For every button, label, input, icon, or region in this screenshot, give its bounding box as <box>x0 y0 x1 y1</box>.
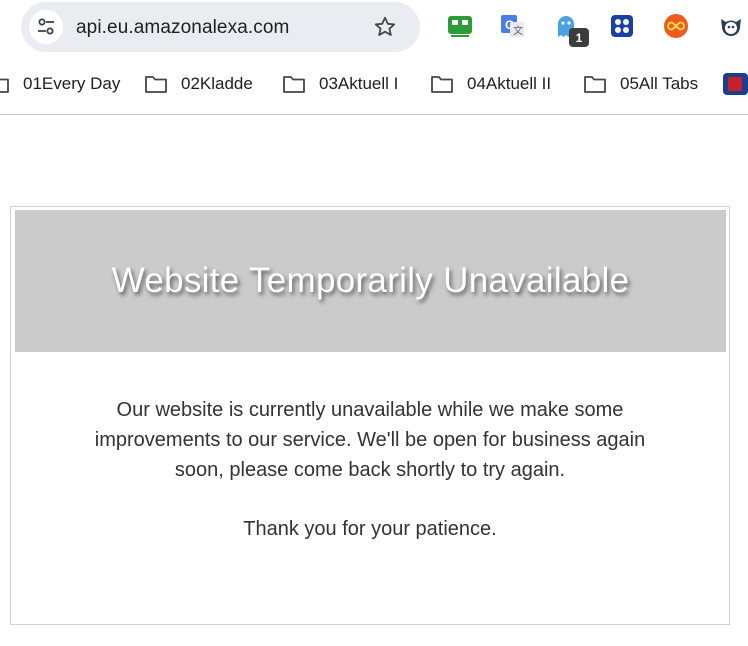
google-translate-icon[interactable]: G 文 <box>500 13 526 39</box>
bookmark-label: 04Aktuell II <box>467 74 552 93</box>
roboform-icon[interactable] <box>447 13 473 39</box>
cat-extension-icon[interactable] <box>718 13 744 39</box>
folder-icon <box>283 76 305 93</box>
maintenance-message: Our website is currently unavailable whi… <box>11 395 729 485</box>
message-line: soon, please come back shortly to try ag… <box>174 459 566 481</box>
star-icon[interactable] <box>372 14 398 40</box>
bookmark-label: 03Aktuell I <box>319 74 399 93</box>
tune-icon[interactable] <box>29 10 63 44</box>
infinity-extension-icon[interactable] <box>663 13 689 39</box>
bookmark-folder-04[interactable]: 04Aktuell II <box>430 66 551 102</box>
folder-icon <box>584 76 606 93</box>
folder-icon <box>0 78 9 93</box>
thank-you-text: Thank you for your patience. <box>243 518 497 540</box>
grid-extension-icon[interactable] <box>609 13 635 39</box>
ghostery-badge: 1 <box>569 28 589 47</box>
bookmark-folder-02[interactable]: 02Kladde <box>144 66 253 102</box>
bookmark-label: 02Kladde <box>181 74 253 93</box>
url-text[interactable]: api.eu.amazonalexa.com <box>76 17 289 39</box>
folder-icon <box>145 76 167 93</box>
browser-chrome: api.eu.amazonalexa.com G 文 1 01Every Day… <box>0 0 748 115</box>
bookmark-app-icon[interactable] <box>723 73 748 95</box>
bookmark-label: 05All Tabs <box>620 74 699 93</box>
maintenance-card: Website Temporarily Unavailable Our webs… <box>10 206 730 625</box>
bookmark-folder-05[interactable]: 05All Tabs <box>583 66 698 102</box>
bookmark-folder-03[interactable]: 03Aktuell I <box>282 66 398 102</box>
bookmark-label: 01Every Day <box>23 74 121 93</box>
message-line: Our website is currently unavailable whi… <box>116 399 624 421</box>
omnibox[interactable]: api.eu.amazonalexa.com <box>21 2 420 52</box>
maintenance-banner: Website Temporarily Unavailable <box>15 210 726 352</box>
folder-icon <box>431 76 453 93</box>
banner-title: Website Temporarily Unavailable <box>111 261 630 300</box>
bookmark-folder-01[interactable]: 01Every Day <box>0 66 120 102</box>
bookmarks-bar: 01Every Day 02Kladde 03Aktuell I 04Aktue… <box>0 66 748 102</box>
message-line: improvements to our service. We'll be op… <box>94 429 646 451</box>
svg-text:文: 文 <box>513 24 523 37</box>
